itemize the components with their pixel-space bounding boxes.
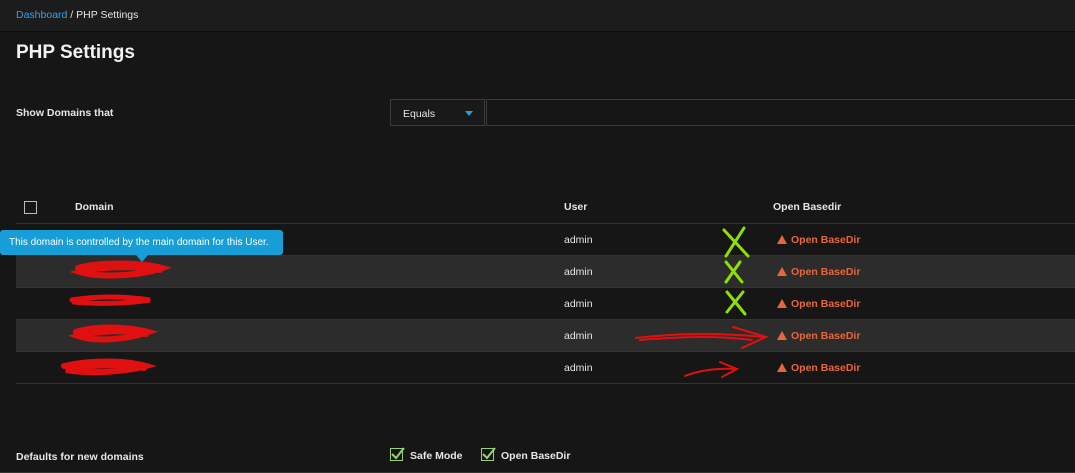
open-basedir-toggle[interactable]: Open BaseDir — [777, 266, 860, 278]
chevron-down-icon — [465, 111, 473, 116]
warning-icon — [777, 267, 787, 276]
column-header-domain[interactable]: Domain — [75, 201, 114, 213]
row-user: admin — [564, 330, 593, 342]
open-basedir-label: Open BaseDir — [791, 362, 861, 374]
page-title: PHP Settings — [16, 42, 135, 63]
row-user: admin — [564, 298, 593, 310]
filter-operator-select[interactable]: Equals — [390, 99, 485, 126]
open-basedir-default-label: Open BaseDir — [501, 450, 571, 462]
breadcrumb-dashboard-link[interactable]: Dashboard — [16, 9, 67, 21]
breadcrumb-current: PHP Settings — [76, 9, 139, 21]
warning-icon — [777, 331, 787, 340]
open-basedir-label: Open BaseDir — [791, 266, 861, 278]
open-basedir-toggle[interactable]: Open BaseDir — [777, 298, 860, 310]
column-header-user[interactable]: User — [564, 201, 587, 213]
checkbox-checked-icon — [481, 447, 496, 461]
open-basedir-toggle[interactable]: Open BaseDir — [777, 234, 860, 246]
safe-mode-label: Safe Mode — [410, 450, 463, 462]
domain-tooltip: This domain is controlled by the main do… — [0, 230, 283, 262]
column-header-open-basedir[interactable]: Open Basedir — [773, 201, 841, 213]
filter-operator-value: Equals — [403, 108, 436, 120]
breadcrumb: Dashboard / PHP Settings — [16, 9, 138, 21]
open-basedir-toggle[interactable]: Open BaseDir — [777, 330, 860, 342]
tooltip-arrow — [136, 255, 148, 262]
table-row[interactable]: admin Open BaseDir — [16, 256, 1075, 288]
breadcrumb-separator: / — [67, 9, 77, 21]
defaults-label: Defaults for new domains — [16, 451, 144, 463]
table-row[interactable]: admin Open BaseDir — [16, 352, 1075, 384]
tooltip-text: This domain is controlled by the main do… — [9, 237, 269, 248]
open-basedir-toggle[interactable]: Open BaseDir — [777, 362, 860, 374]
table-header: Domain User Open Basedir — [16, 190, 1075, 224]
row-user: admin — [564, 234, 593, 246]
top-bar: Dashboard / PHP Settings — [0, 0, 1075, 32]
select-all-checkbox[interactable] — [24, 201, 37, 214]
table-row[interactable]: admin Open BaseDir — [16, 320, 1075, 352]
warning-icon — [777, 363, 787, 372]
row-user: admin — [564, 266, 593, 278]
open-basedir-label: Open BaseDir — [791, 330, 861, 342]
table-row[interactable]: admin Open BaseDir — [16, 288, 1075, 320]
warning-icon — [777, 235, 787, 244]
open-basedir-label: Open BaseDir — [791, 298, 861, 310]
open-basedir-label: Open BaseDir — [791, 234, 861, 246]
warning-icon — [777, 299, 787, 308]
row-user: admin — [564, 362, 593, 374]
filter-value-input[interactable] — [486, 99, 1075, 126]
filter-label: Show Domains that — [16, 107, 114, 119]
checkbox-checked-icon — [390, 447, 405, 461]
